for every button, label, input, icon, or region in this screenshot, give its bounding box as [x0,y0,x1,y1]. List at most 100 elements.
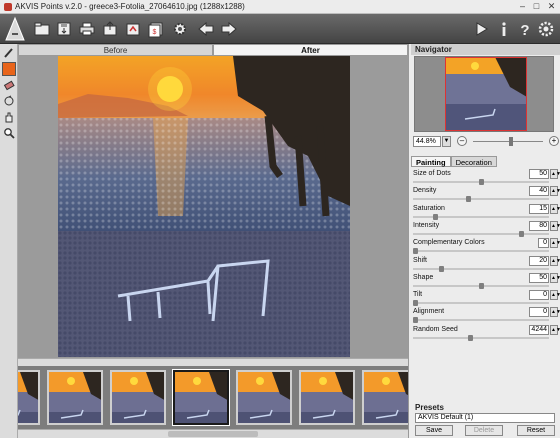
preset-select[interactable]: AKVIS Default (1) [415,413,555,423]
filmstrip-thumbnail[interactable] [18,370,40,425]
filmstrip-thumbnail[interactable] [110,370,166,425]
param-value-field[interactable]: 50 [529,272,549,283]
back-arrow-icon[interactable] [196,19,216,39]
zoom-dropdown-icon[interactable]: ▼ [442,136,451,147]
presets-header: Presets [415,403,444,412]
param-slider[interactable] [413,319,549,322]
restore-icon[interactable] [2,94,16,108]
tab-before[interactable]: Before [18,44,213,56]
param-value-field[interactable]: 50 [529,169,549,179]
param-slider-thumb[interactable] [432,213,438,220]
param-slider-thumb[interactable] [479,179,484,185]
export-icon[interactable] [123,19,143,39]
close-button[interactable]: ✕ [545,1,558,12]
save-icon[interactable] [54,19,74,39]
param-slider[interactable] [413,232,549,235]
param-label: Tilt [413,291,423,299]
delete-preset-button[interactable]: Delete [465,425,503,436]
spin-arrows-icon[interactable]: ▲▼ [550,255,560,266]
color-swatch[interactable] [1,62,16,76]
image-canvas[interactable] [18,56,408,358]
filmstrip-thumbnail[interactable] [362,370,408,425]
save-preset-button[interactable]: Save [415,425,453,436]
param-value-field[interactable]: 4244 [529,324,549,335]
spin-arrows-icon[interactable]: ▲▼ [550,169,560,179]
param-slider-thumb[interactable] [413,248,418,255]
param-value-field[interactable]: 0 [529,290,549,301]
param-slider-thumb[interactable] [479,282,484,289]
param-slider-thumb[interactable] [468,334,474,341]
print-icon[interactable] [77,19,97,39]
param-value-field[interactable]: 0 [529,307,549,318]
param-row: Intensity 80 ▲▼ [411,220,560,238]
window-title: AKVIS Points v.2.0 - greece3-Fotolia_270… [15,2,245,11]
param-slider-thumb[interactable] [465,196,471,203]
param-label: Shape [413,273,434,281]
filmstrip-thumbnail[interactable] [299,370,355,425]
spin-arrows-icon[interactable]: ▲▼ [550,324,560,335]
param-slider[interactable] [413,198,549,201]
zoom-slider-thumb[interactable] [509,137,514,146]
zoom-icon[interactable] [2,126,16,140]
spin-arrows-icon[interactable]: ▲▼ [550,186,560,197]
zoom-slider[interactable] [473,141,543,142]
minimize-button[interactable]: – [516,1,529,12]
spin-arrows-icon[interactable]: ▲▼ [550,220,560,231]
filmstrip-scrollbar[interactable] [18,429,408,438]
run-icon[interactable] [471,19,491,39]
param-value-field[interactable]: 80 [529,220,549,231]
spin-arrows-icon[interactable]: ▲▼ [550,203,560,214]
spin-arrows-icon[interactable]: ▲▼ [550,290,560,301]
param-slider[interactable] [413,336,549,339]
settings-panel: Navigator 44.8% ▼ – + Painting Decoratio… [408,44,560,438]
forward-arrow-icon[interactable] [219,19,239,39]
param-row: Saturation 15 ▲▼ [411,203,560,221]
canvas-scrollbar[interactable] [18,358,408,366]
preferences-icon[interactable] [536,19,556,39]
tab-painting[interactable]: Painting [411,156,451,167]
param-row: Complementary Colors 0 ▲▼ [411,238,560,255]
param-row: Density 40 ▲▼ [411,186,560,203]
param-row: Random Seed 4244 ▲▼ [411,324,560,342]
spin-arrows-icon[interactable]: ▲▼ [550,307,560,318]
filmstrip-scroll-handle[interactable] [168,431,258,437]
param-slider[interactable] [413,302,549,305]
reset-preset-button[interactable]: Reset [517,425,555,436]
zoom-in-button[interactable]: + [549,136,559,146]
hand-icon[interactable] [2,110,16,124]
settings-gear-icon[interactable] [170,19,190,39]
param-value-field[interactable]: 20 [529,255,549,266]
spin-arrows-icon[interactable]: ▲▼ [550,238,560,249]
param-value-field[interactable]: 15 [529,203,549,214]
filmstrip-thumbnail[interactable] [172,369,230,426]
tool-panel [0,44,18,438]
navigator-preview[interactable] [414,56,554,132]
param-row: Shape 50 ▲▼ [411,272,560,290]
param-slider-thumb[interactable] [518,230,524,237]
zoom-out-button[interactable]: – [457,136,467,146]
batch-icon[interactable]: $ [146,19,166,39]
param-slider[interactable] [413,250,549,253]
info-icon[interactable] [494,19,514,39]
share-icon[interactable] [100,19,120,39]
eraser-icon[interactable] [2,78,16,92]
zoom-field[interactable]: 44.8% [413,136,441,147]
filmstrip-thumbnail[interactable] [47,370,103,425]
param-value-field[interactable]: 0 [538,238,549,249]
maximize-button[interactable]: □ [530,1,543,12]
spin-arrows-icon[interactable]: ▲▼ [550,272,560,283]
param-slider[interactable] [413,267,549,270]
tab-decoration[interactable]: Decoration [450,156,497,167]
param-slider-thumb[interactable] [439,265,445,272]
param-slider-thumb[interactable] [413,300,418,307]
param-value-field[interactable]: 40 [529,186,549,197]
brush-icon[interactable] [2,46,16,60]
open-icon[interactable] [32,19,52,39]
navigator-view-frame[interactable] [445,57,527,131]
param-slider-thumb[interactable] [413,317,418,324]
tab-after[interactable]: After [213,44,408,56]
help-icon[interactable]: ? [515,19,535,39]
param-label: Size of Dots [413,170,451,177]
app-icon [4,2,12,11]
filmstrip-thumbnail[interactable] [236,370,292,425]
